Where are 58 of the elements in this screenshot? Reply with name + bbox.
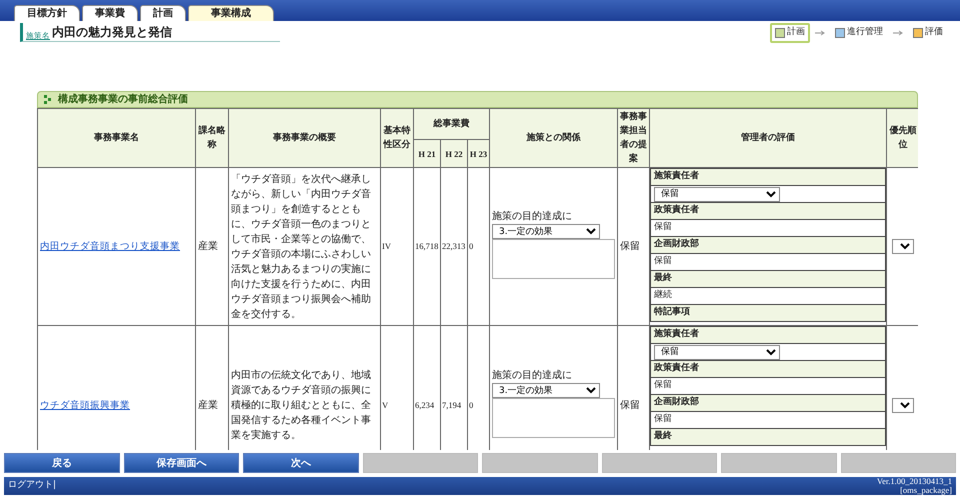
- section-title: 構成事務事業の事前総合評価: [58, 92, 188, 107]
- column-header: H 21: [414, 140, 440, 168]
- evaluation-label: 政策責任者: [650, 202, 886, 220]
- step-label: 評価: [925, 26, 943, 39]
- evaluation-label: 企画財政部: [650, 394, 886, 412]
- column-header: 基本特性区分: [380, 108, 414, 168]
- project-link[interactable]: 内田ウチダ音頭まつり支援事業: [40, 240, 180, 252]
- summary-text: 内田市の伝統文化であり、地域資源であるウチダ音頭の振興に積極的に取り組むとともに、全国発信するため各種イベント事業を実施する。: [231, 368, 372, 443]
- step-label: 計画: [787, 26, 805, 39]
- column-header: 課名略称: [196, 108, 228, 168]
- table-cell: IV: [380, 168, 414, 326]
- evaluation-select[interactable]: 保留: [654, 186, 780, 202]
- relation-label: 施策の目的達成に: [492, 210, 574, 224]
- priority-select[interactable]: [892, 398, 914, 414]
- evaluation-label: 最終: [650, 270, 886, 288]
- evaluation-label: 特記事項: [650, 304, 886, 322]
- tab[interactable]: 目標方針: [14, 5, 80, 21]
- relation-label: 施策の目的達成に: [492, 368, 574, 383]
- squares-icon: [44, 95, 52, 104]
- table-cell: 16,718: [414, 168, 440, 326]
- column-header: H 22: [440, 140, 468, 168]
- step-label: 進行管理: [847, 26, 883, 39]
- column-header: 事務事業名: [38, 108, 196, 168]
- column-header: 事務事業担当者の提案: [618, 108, 650, 168]
- arrow-icon: [815, 30, 825, 36]
- column-header: 優先順位: [886, 108, 918, 168]
- nav-button[interactable]: 戻る: [4, 453, 120, 473]
- tab[interactable]: 事業費: [82, 5, 138, 21]
- evaluation-label: 施策責任者: [650, 168, 886, 186]
- column-header: 管理者の評価: [650, 108, 887, 168]
- comment-field[interactable]: [492, 239, 616, 280]
- effect-select[interactable]: 3.一定の効果: [492, 383, 600, 398]
- evaluation-label: 企画財政部: [650, 236, 886, 254]
- arrow-icon: [893, 30, 903, 36]
- summary-text: 「ウチダ音頭」を次代へ継承しながら、新しい「内田ウチダ音頭まつり」を創造するとともに、ウチダ音頭一色のまつりとして市民・企業等との協働で、ウチダ音頭の本場にふさわしい活気と魅力あるまつりの実施に向けた支援を行うために、内田ウチダ音頭まつり振興会へ補助金を交付する。: [231, 172, 372, 322]
- evaluation-label: 施策責任者: [650, 326, 886, 344]
- logout-link[interactable]: ログアウト|: [8, 479, 56, 493]
- table-cell: 22,313: [440, 168, 468, 326]
- column-header: 事務事業の概要: [228, 108, 380, 168]
- project-link[interactable]: ウチダ音頭振興事業: [40, 400, 130, 411]
- tab[interactable]: 計画: [140, 5, 186, 21]
- column-header: 施策との関係: [490, 108, 618, 168]
- version-text: Ver.1.00_20130413_1: [876, 477, 952, 486]
- page-title: 内田の魅力発見と発信: [52, 24, 172, 41]
- evaluation-label: 政策責任者: [650, 360, 886, 378]
- nav-button[interactable]: 次へ: [243, 453, 358, 473]
- column-header: 総事業費: [414, 108, 490, 140]
- evaluation-select[interactable]: 保留: [654, 344, 780, 360]
- column-header: H 23: [468, 140, 490, 168]
- table-cell: 産業: [196, 168, 228, 326]
- nav-button[interactable]: 保存画面へ: [124, 453, 239, 473]
- effect-select[interactable]: 3.一定の効果: [492, 224, 600, 240]
- table-cell: 0: [468, 168, 490, 326]
- package-text: [oms_package]: [900, 486, 952, 495]
- comment-field[interactable]: [492, 398, 616, 438]
- evaluation-label: 最終: [650, 428, 886, 446]
- tab[interactable]: 事業構成: [188, 5, 274, 21]
- priority-select[interactable]: [892, 239, 914, 254]
